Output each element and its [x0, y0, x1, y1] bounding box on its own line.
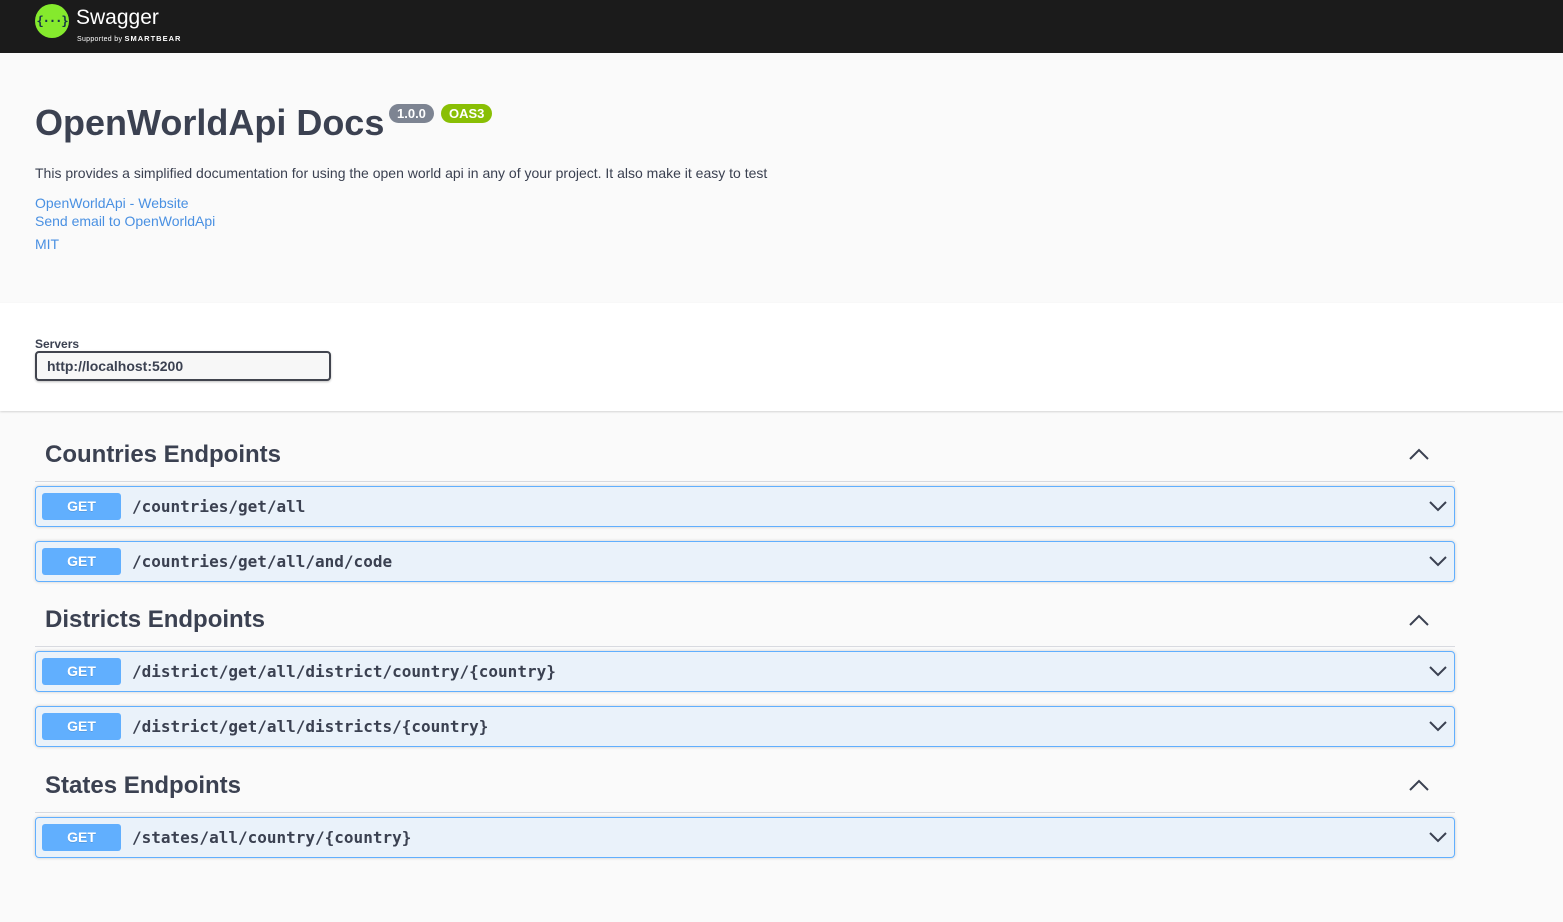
- http-method-badge: GET: [42, 658, 121, 685]
- endpoint-path: /district/get/all/districts/{country}: [132, 717, 489, 736]
- group-title-countries[interactable]: Countries Endpoints: [45, 441, 281, 469]
- endpoint-row[interactable]: GET /district/get/all/districts/{country…: [35, 706, 1455, 747]
- endpoint-path: /district/get/all/district/country/{coun…: [132, 662, 556, 681]
- brand-sponsor: Supported by SMARTBEAR: [77, 34, 181, 43]
- api-description: This provides a simplified documentation…: [35, 165, 768, 181]
- sponsor-name: SMARTBEAR: [124, 34, 182, 43]
- collapse-chevron-up-icon[interactable]: [1407, 446, 1431, 462]
- group-title-states[interactable]: States Endpoints: [45, 772, 241, 800]
- collapse-chevron-up-icon[interactable]: [1407, 777, 1431, 793]
- oas-badge: OAS3: [441, 104, 493, 123]
- group-divider: [35, 812, 1455, 813]
- servers-label: Servers: [35, 337, 80, 351]
- endpoint-row[interactable]: GET /states/all/country/{country}: [35, 817, 1455, 858]
- swagger-logo-icon[interactable]: {···}: [35, 4, 69, 38]
- collapse-chevron-up-icon[interactable]: [1407, 612, 1431, 628]
- license-link[interactable]: MIT: [35, 236, 59, 252]
- supported-by-text: Supported by: [77, 36, 123, 43]
- server-select[interactable]: http://localhost:5200: [35, 351, 331, 381]
- brand-name[interactable]: Swagger: [76, 6, 159, 30]
- page-title: OpenWorldApi Docs: [35, 102, 385, 143]
- endpoint-row[interactable]: GET /countries/get/all: [35, 486, 1455, 527]
- group-divider: [35, 481, 1455, 482]
- email-link[interactable]: Send email to OpenWorldApi: [35, 213, 215, 229]
- endpoint-path: /countries/get/all: [132, 497, 306, 516]
- group-title-districts[interactable]: Districts Endpoints: [45, 606, 265, 634]
- version-badge: 1.0.0: [389, 104, 434, 123]
- http-method-badge: GET: [42, 548, 121, 575]
- logo-glyph: {···}: [36, 14, 68, 28]
- endpoint-row[interactable]: GET /countries/get/all/and/code: [35, 541, 1455, 582]
- expand-chevron-down-icon[interactable]: [1428, 830, 1448, 844]
- endpoint-path: /countries/get/all/and/code: [132, 552, 393, 571]
- endpoint-path: /states/all/country/{country}: [132, 828, 412, 847]
- top-bar: {···} Swagger Supported by SMARTBEAR: [0, 0, 1563, 53]
- group-divider: [35, 646, 1455, 647]
- expand-chevron-down-icon[interactable]: [1428, 664, 1448, 678]
- expand-chevron-down-icon[interactable]: [1428, 554, 1448, 568]
- http-method-badge: GET: [42, 713, 121, 740]
- website-link[interactable]: OpenWorldApi - Website: [35, 195, 189, 211]
- http-method-badge: GET: [42, 824, 121, 851]
- endpoint-row[interactable]: GET /district/get/all/district/country/{…: [35, 651, 1455, 692]
- expand-chevron-down-icon[interactable]: [1428, 719, 1448, 733]
- http-method-badge: GET: [42, 493, 121, 520]
- servers-section: Servers http://localhost:5200: [0, 303, 1563, 411]
- expand-chevron-down-icon[interactable]: [1428, 499, 1448, 513]
